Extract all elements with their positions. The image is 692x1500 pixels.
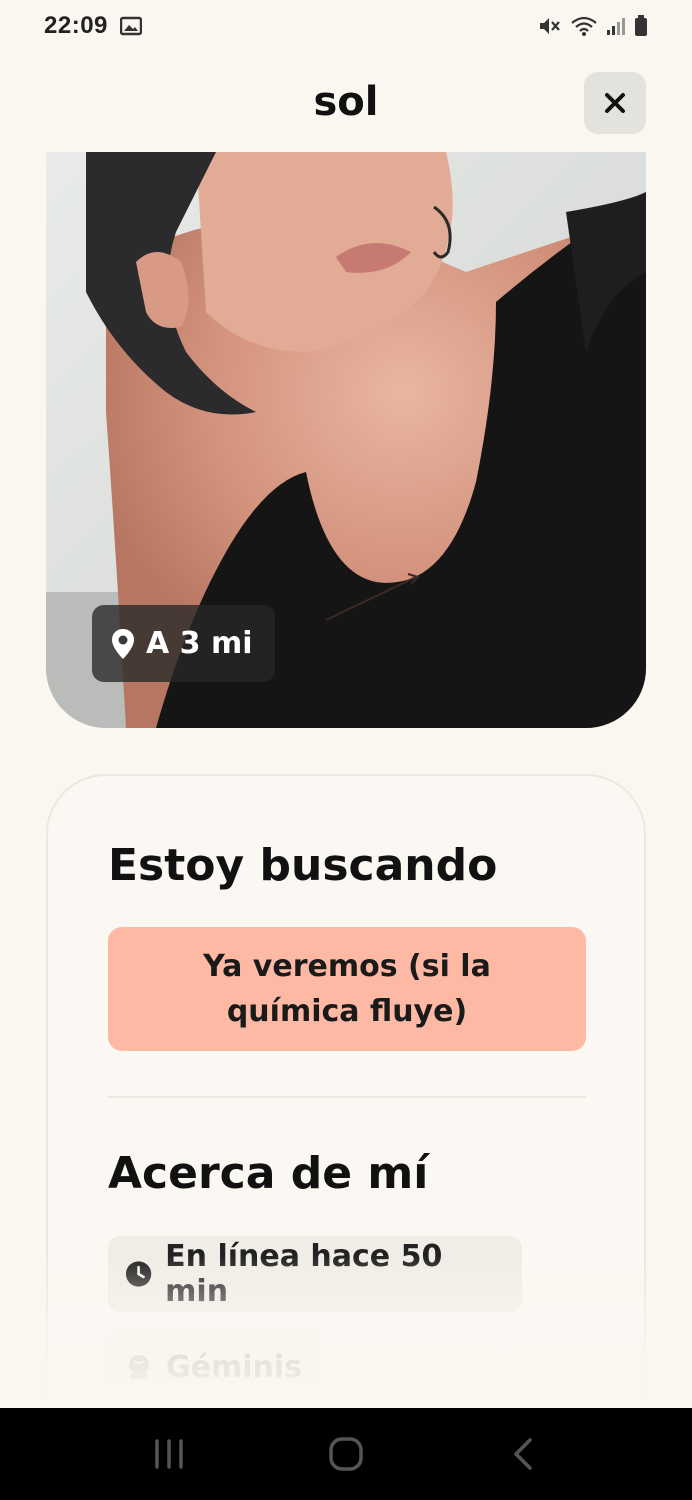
status-time: 22:09 (44, 12, 108, 39)
mute-icon (538, 15, 562, 37)
status-right (538, 15, 648, 37)
about-title: Acerca de mí (108, 1148, 429, 1199)
status-bar: 22:09 (0, 0, 692, 52)
looking-for-value: Ya veremos (si la química fluye) (203, 949, 491, 1029)
status-left: 22:09 (44, 12, 142, 40)
looking-for-chip: Ya veremos (si la química fluye) (108, 927, 586, 1051)
recent-apps-button[interactable] (129, 1414, 209, 1494)
back-button[interactable] (483, 1414, 563, 1494)
profile-name: sol (313, 79, 379, 125)
online-status-text: En línea hace 50 min (165, 1239, 443, 1309)
home-button[interactable] (306, 1414, 386, 1494)
back-icon (514, 1438, 533, 1470)
profile-header: sol (0, 62, 692, 142)
distance-badge: A 3 mi (92, 605, 275, 682)
zodiac-icon (128, 1355, 149, 1379)
zodiac-text: Géminis (165, 1349, 302, 1385)
looking-for-title: Estoy buscando (108, 840, 498, 891)
online-status-chip: En línea hace 50 min (108, 1236, 522, 1312)
signal-icon (606, 16, 626, 36)
close-button[interactable] (584, 72, 646, 134)
home-icon (329, 1437, 363, 1471)
location-pin-icon (112, 628, 134, 659)
clock-icon (125, 1261, 152, 1287)
zodiac-chip: Géminis (108, 1329, 318, 1405)
profile-info-card: Estoy buscando Ya veremos (si la química… (46, 774, 646, 1474)
wifi-icon (570, 15, 598, 37)
recent-apps-icon (154, 1439, 183, 1469)
section-divider (108, 1096, 586, 1098)
gallery-icon (119, 16, 142, 36)
system-nav-bar (0, 1408, 692, 1500)
distance-text: A 3 mi (146, 626, 253, 661)
profile-photo[interactable]: A 3 mi (46, 152, 646, 728)
close-icon (605, 93, 625, 113)
battery-icon (634, 15, 648, 37)
